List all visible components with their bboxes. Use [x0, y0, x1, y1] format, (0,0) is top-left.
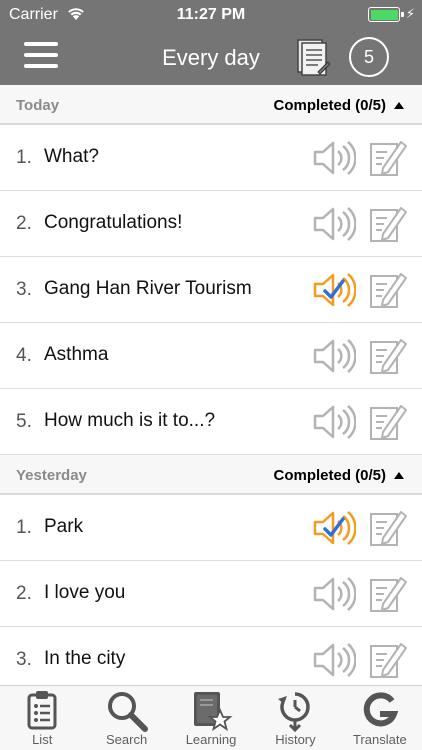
completed-toggle[interactable]: Completed (0/5) — [273, 97, 386, 114]
phrase-text: Congratulations! — [44, 212, 183, 233]
speaker-icon[interactable] — [312, 641, 356, 679]
tab-bar: List Search Learning History Translate — [0, 685, 422, 750]
completed-toggle[interactable]: Completed (0/5) — [273, 467, 386, 484]
phrase-text: Park — [44, 516, 84, 537]
tab-search[interactable]: Search — [84, 686, 168, 750]
section-header-yesterday: Yesterday Completed (0/5) — [0, 455, 422, 495]
google-g-icon — [363, 692, 399, 727]
speaker-icon[interactable] — [312, 337, 356, 375]
list-item[interactable]: 3. Gang Han River Tourism — [0, 257, 422, 323]
magnifier-icon — [107, 692, 148, 732]
list-item[interactable]: 2. Congratulations! — [0, 191, 422, 257]
list-item[interactable]: 2. I love you — [0, 561, 422, 627]
tab-label: History — [275, 732, 316, 747]
item-number: 1. — [16, 517, 32, 538]
phrase-text: In the city — [44, 648, 126, 669]
edit-note-icon[interactable] — [369, 336, 407, 376]
clipboard-list-icon — [27, 691, 57, 730]
phrase-text: I love you — [44, 582, 126, 603]
edit-note-icon[interactable] — [369, 138, 407, 178]
edit-note-icon[interactable] — [369, 640, 407, 680]
book-star-icon — [194, 692, 233, 732]
clock-history-icon — [278, 692, 311, 732]
tab-label: List — [32, 732, 53, 747]
caret-up-icon[interactable] — [394, 472, 404, 479]
list-item[interactable]: 4. Asthma — [0, 323, 422, 389]
speaker-icon[interactable] — [312, 575, 356, 613]
item-number: 1. — [16, 147, 32, 168]
tab-list[interactable]: List — [0, 686, 84, 750]
list-item[interactable]: 5. How much is it to...? — [0, 389, 422, 455]
clock-time: 11:27 PM — [176, 6, 246, 23]
section-label: Yesterday — [16, 467, 87, 484]
caret-up-icon[interactable] — [394, 102, 404, 109]
tab-history[interactable]: History — [253, 686, 337, 750]
edit-note-icon[interactable] — [369, 402, 407, 442]
document-notes-icon[interactable] — [296, 38, 330, 78]
charging-bolt-icon: ⚡ — [405, 6, 415, 21]
edit-note-icon[interactable] — [369, 270, 407, 310]
phrase-text: Asthma — [44, 344, 109, 365]
status-bar: Carrier 11:27 PM ⚡ — [0, 0, 422, 30]
nav-header: Carrier 11:27 PM ⚡ Every day 5 — [0, 0, 422, 85]
phrase-text: Gang Han River Tourism — [44, 278, 252, 299]
edit-note-icon[interactable] — [369, 574, 407, 614]
phrase-text: How much is it to...? — [44, 410, 216, 431]
item-number: 2. — [16, 583, 32, 604]
tab-learning[interactable]: Learning — [169, 686, 253, 750]
item-number: 4. — [16, 345, 32, 366]
tab-label: Learning — [185, 732, 237, 747]
list-item[interactable]: 1. What? — [0, 125, 422, 191]
section-header-today: Today Completed (0/5) — [0, 85, 422, 125]
item-number: 5. — [16, 411, 32, 432]
list-item[interactable]: 1. Park — [0, 495, 422, 561]
tab-translate[interactable]: Translate — [338, 686, 422, 750]
battery-icon — [368, 7, 404, 22]
speaker-icon[interactable] — [312, 403, 356, 441]
speaker-icon[interactable] — [312, 139, 356, 177]
speaker-played-icon[interactable] — [312, 271, 356, 309]
edit-note-icon[interactable] — [369, 204, 407, 244]
item-number: 2. — [16, 213, 32, 234]
phrase-list: Today Completed (0/5) 1. What? 2. Congratu… — [0, 85, 422, 685]
tab-label: Search — [106, 732, 148, 747]
phrase-text: What? — [44, 146, 99, 167]
list-item[interactable]: 3. In the city — [0, 627, 422, 685]
speaker-played-icon[interactable] — [312, 509, 356, 547]
word-count-badge[interactable]: 5 — [349, 37, 389, 77]
edit-note-icon[interactable] — [369, 508, 407, 548]
item-number: 3. — [16, 279, 32, 300]
speaker-icon[interactable] — [312, 205, 356, 243]
section-label: Today — [16, 97, 60, 114]
item-number: 3. — [16, 649, 32, 670]
tab-label: Translate — [352, 732, 407, 747]
